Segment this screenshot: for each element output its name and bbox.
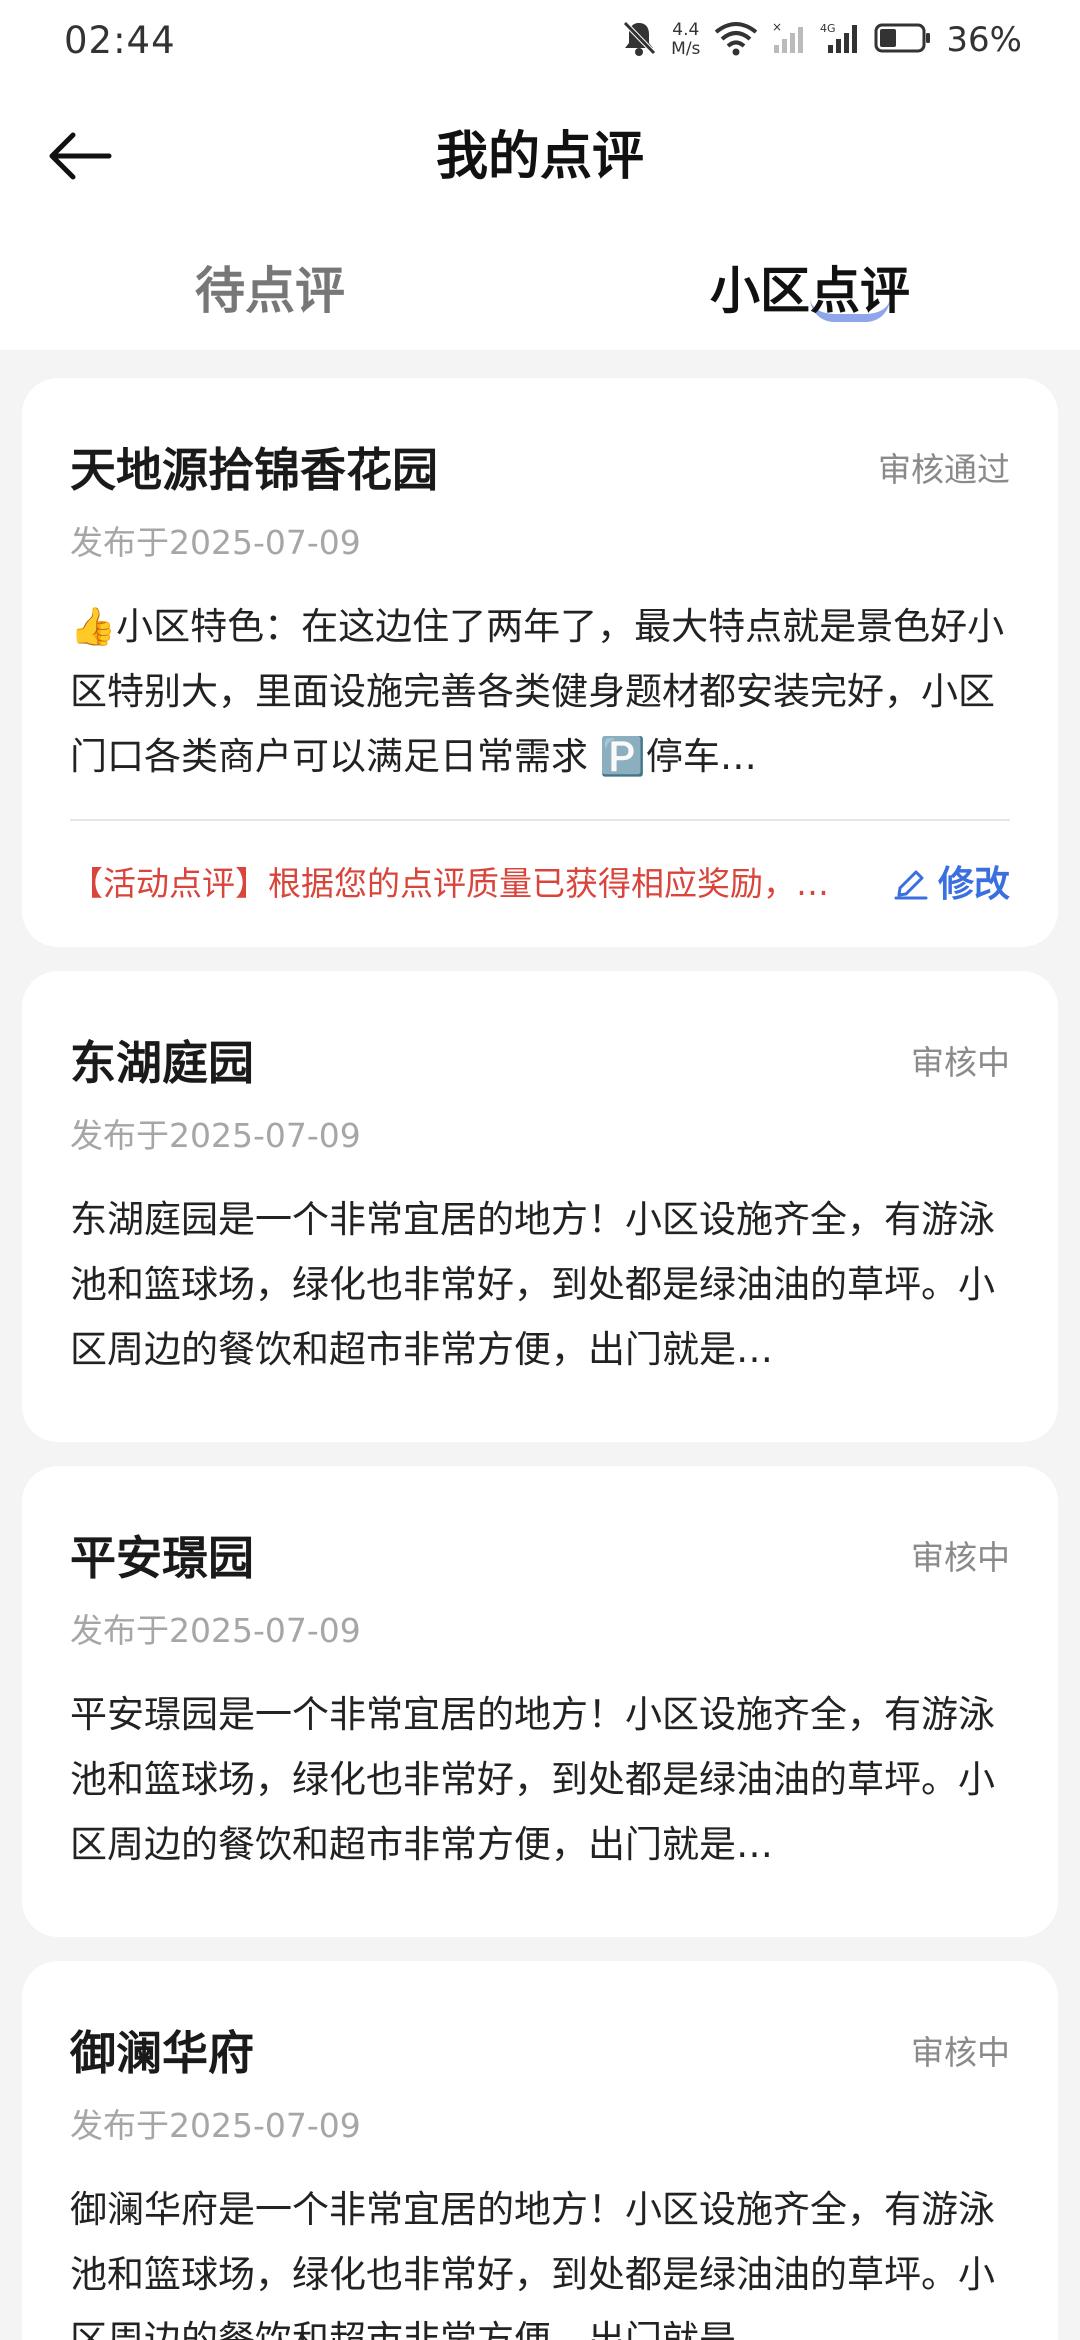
review-text: 平安璟园是一个非常宜居的地方！小区设施齐全，有游泳池和篮球场，绿化也非常好，到处…	[70, 1693, 995, 1866]
review-text: 御澜华府是一个非常宜居的地方！小区设施齐全，有游泳池和篮球场，绿化也非常好，到处…	[70, 2188, 995, 2340]
edit-button[interactable]: 修改	[892, 855, 1010, 907]
review-card[interactable]: 天地源拾锦香花园 审核通过 发布于2025-07-09 👍小区特色：在这边住了两…	[22, 378, 1058, 947]
review-text: 东湖庭园是一个非常宜居的地方！小区设施齐全，有游泳池和篮球场，绿化也非常好，到处…	[70, 1198, 995, 1371]
review-card-header: 平安璟园 审核中	[70, 1522, 1010, 1588]
signal-empty-icon: ×	[772, 20, 806, 59]
mute-bell-icon	[621, 19, 657, 61]
community-name: 天地源拾锦香花园	[70, 443, 438, 497]
svg-text:×: ×	[772, 21, 782, 34]
review-card[interactable]: 东湖庭园 审核中 发布于2025-07-09 东湖庭园是一个非常宜居的地方！小区…	[22, 971, 1058, 1442]
divider	[70, 819, 1010, 821]
review-card-footer: 【活动点评】根据您的点评质量已获得相应奖励，… 修改	[70, 855, 1010, 907]
review-status: 审核中	[911, 2033, 1010, 2072]
tab-label: 小区点评	[710, 261, 910, 320]
review-card-header: 东湖庭园 审核中	[70, 1027, 1010, 1093]
publish-date: 发布于2025-07-09	[70, 1611, 361, 1650]
review-status: 审核中	[911, 1043, 1010, 1082]
publish-date: 发布于2025-07-09	[70, 2106, 361, 2145]
status-icons: 4.4 M/s × 4G 36%	[621, 19, 1022, 61]
review-card[interactable]: 御澜华府 审核中 发布于2025-07-09 御澜华府是一个非常宜居的地方！小区…	[22, 1961, 1058, 2340]
review-card-header: 御澜华府 审核中	[70, 2017, 1010, 2083]
community-name: 御澜华府	[70, 2026, 254, 2080]
review-status: 审核通过	[878, 450, 1010, 489]
signal-4g-icon: 4G	[820, 21, 860, 59]
pencil-icon	[894, 870, 928, 900]
speed-value: 4.4	[672, 20, 700, 40]
review-card-header: 天地源拾锦香花园 审核通过	[70, 434, 1010, 500]
page-title: 我的点评	[435, 127, 644, 187]
review-text: 👍小区特色：在这边住了两年了，最大特点就是景色好小区特别大，里面设施完善各类健身…	[70, 605, 1005, 778]
publish-date: 发布于2025-07-09	[70, 523, 361, 562]
status-bar: 02:44 4.4 M/s × 4G 36%	[0, 0, 1080, 80]
tab-bar: 待点评 小区点评	[0, 223, 1080, 350]
activity-note: 【活动点评】根据您的点评质量已获得相应奖励，…	[70, 864, 829, 903]
review-list: 天地源拾锦香花园 审核通过 发布于2025-07-09 👍小区特色：在这边住了两…	[0, 350, 1080, 2340]
back-button[interactable]	[44, 120, 116, 192]
arrow-left-icon	[49, 132, 112, 180]
top-area: 02:44 4.4 M/s × 4G 36% 我的点评 待点评 小区点评	[0, 0, 1080, 350]
community-name: 东湖庭园	[70, 1036, 254, 1090]
review-card[interactable]: 平安璟园 审核中 发布于2025-07-09 平安璟园是一个非常宜居的地方！小区…	[22, 1466, 1058, 1937]
publish-date: 发布于2025-07-09	[70, 1116, 361, 1155]
review-status: 审核中	[911, 1538, 1010, 1577]
speed-unit: M/s	[671, 39, 701, 59]
community-name: 平安璟园	[70, 1531, 254, 1585]
status-time: 02:44	[64, 18, 176, 62]
svg-text:4G: 4G	[820, 22, 836, 35]
tab-pending-review[interactable]: 待点评	[0, 223, 540, 350]
battery-icon	[874, 22, 932, 58]
nav-bar: 我的点评	[0, 80, 1080, 223]
tab-label: 待点评	[195, 261, 345, 320]
edit-label: 修改	[937, 864, 1010, 905]
wifi-icon	[714, 20, 758, 60]
tab-community-review[interactable]: 小区点评	[540, 223, 1080, 350]
battery-percent: 36%	[946, 20, 1022, 60]
network-speed: 4.4 M/s	[671, 21, 700, 59]
